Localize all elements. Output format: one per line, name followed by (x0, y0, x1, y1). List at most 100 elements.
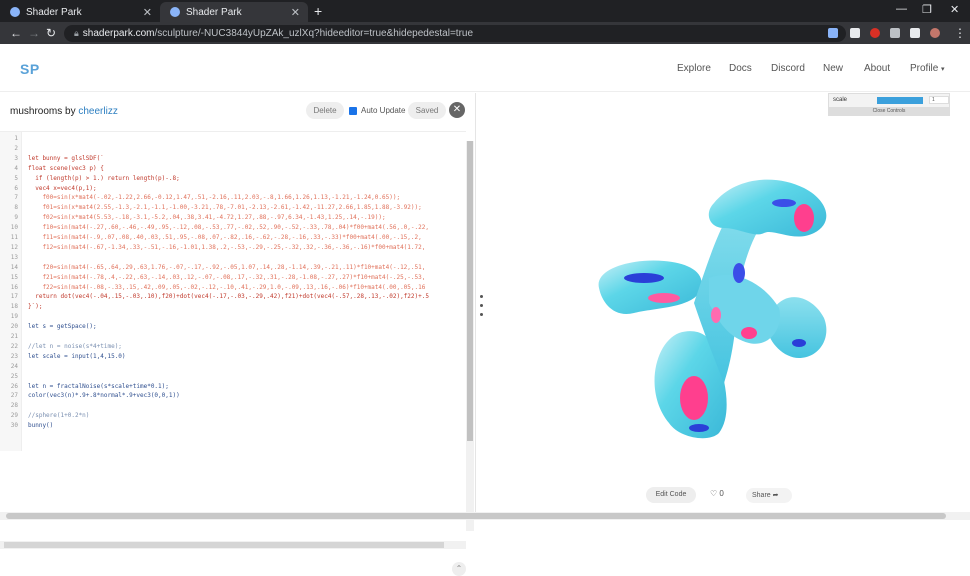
line-number: 27 (10, 392, 18, 400)
favicon-icon (10, 7, 20, 17)
chevron-down-icon[interactable]: ▾ (941, 65, 945, 73)
author-link[interactable]: cheerlizz (78, 106, 117, 117)
edit-code-button[interactable]: Edit Code (646, 487, 696, 503)
url-host: shaderpark.com (82, 28, 155, 39)
browser-tabstrip: Shader Park ✕ Shader Park ✕ + — ❐ ✕ (0, 0, 970, 22)
window-close-icon[interactable]: ✕ (950, 3, 959, 16)
avatar[interactable] (930, 28, 940, 38)
line-number: 4 (14, 164, 18, 172)
scroll-thumb[interactable] (4, 542, 444, 548)
sculpture-canvas[interactable] (484, 93, 970, 493)
scroll-thumb[interactable] (6, 513, 946, 519)
line-number: 20 (10, 323, 18, 331)
puzzle-icon[interactable] (890, 28, 900, 38)
code-line[interactable]: bunny() (28, 422, 464, 429)
line-number: 22 (10, 342, 18, 350)
line-number: 15 (10, 273, 18, 281)
reload-icon[interactable]: ↻ (46, 26, 56, 40)
code-line[interactable]: f02=sin(x*mat4(5.53,-.18,-3.1,-5.2,.04,.… (28, 214, 464, 221)
editor-horizontal-scrollbar[interactable] (0, 541, 466, 549)
blue-patch (624, 273, 664, 283)
heart-icon[interactable]: ♡ (710, 489, 717, 498)
line-number: 7 (14, 194, 18, 202)
nav-new[interactable]: New (823, 63, 843, 74)
code-line[interactable]: //let n = noise(s*4+time); (28, 343, 464, 350)
blue-patch (689, 424, 709, 432)
nav-docs[interactable]: Docs (729, 63, 752, 74)
forward-icon[interactable]: → (28, 26, 40, 40)
code-line[interactable]: }`); (28, 303, 464, 310)
minimize-icon[interactable]: — (896, 3, 907, 15)
line-number: 6 (14, 184, 18, 192)
auto-update-checkbox[interactable] (349, 106, 357, 115)
site-header: SP Explore Docs Discord New About Profil… (0, 44, 970, 92)
close-tab-icon[interactable]: ✕ (143, 6, 152, 19)
site-logo[interactable]: SP (20, 61, 40, 77)
auto-update-label: Auto Update (361, 106, 406, 115)
panel-splitter[interactable] (480, 295, 483, 322)
auto-update-toggle[interactable]: Auto Update (349, 106, 405, 115)
code-line[interactable]: let bunny = glslSDF(` (28, 155, 464, 162)
line-number: 3 (14, 154, 18, 162)
nav-explore[interactable]: Explore (677, 63, 711, 74)
sculpture-viewer[interactable]: scale 1 Close Controls (484, 93, 970, 513)
line-number: 18 (10, 303, 18, 311)
back-icon[interactable]: ← (10, 26, 22, 40)
share-icon: ➦ (772, 492, 779, 499)
code-line[interactable]: let s = getSpace(); (28, 323, 464, 330)
line-number: 19 (10, 313, 18, 321)
code-line[interactable]: f22=sin(mat4(-.08,-.33,.15,.42,.09,.05,-… (28, 284, 464, 291)
code-line[interactable]: let scale = input(1,4,15.0) (28, 353, 464, 360)
menu-icon[interactable]: ⋮ (954, 26, 966, 40)
new-tab-button[interactable]: + (314, 3, 322, 19)
sidepanel-icon[interactable] (910, 28, 920, 38)
page-horizontal-scrollbar[interactable] (0, 512, 970, 520)
code-editor[interactable]: 1 2 3 let bunny = glslSDF(` 4 float scene(vec… (0, 131, 466, 451)
code-line[interactable]: return dot(vec4(-.04,.15,-.03,.10),f20)+… (28, 293, 464, 300)
code-line[interactable]: f21=sin(mat4(-.78,.4,-.22,.63,-.14,.03,.… (28, 274, 464, 281)
extension-icon[interactable] (850, 28, 860, 38)
pink-patch (680, 376, 708, 420)
url-path: /sculpture/-NUC3844yUpZAk_uzlXq?hideedit… (154, 28, 474, 39)
code-line[interactable]: f20=sin(mat4(-.65,.64,.29,.63,1.76,-.07,… (28, 264, 464, 271)
extension-icon[interactable] (870, 28, 880, 38)
code-line[interactable]: //sphere(1+0.2*n) (28, 412, 464, 419)
code-line[interactable]: f00=sin(x*mat4(-.02,-1.22,2.66,-0.12,1.4… (28, 194, 464, 201)
code-line[interactable]: f12=sin(mat4(-.67,-1.34,.33,-.51,-.16,-1… (28, 244, 464, 251)
like-button[interactable]: ♡ 0 (710, 489, 740, 498)
line-number: 2 (14, 144, 18, 152)
editor-vertical-scrollbar[interactable] (466, 141, 474, 531)
url-field[interactable]: 🔒︎ shaderpark.com/sculpture/-NUC3844yUpZA… (64, 25, 846, 42)
share-button[interactable]: Share ➦ (746, 488, 792, 503)
tab-title: Shader Park (186, 6, 242, 18)
nav-profile[interactable]: Profile (910, 63, 938, 74)
code-line[interactable]: if (length(p) > 1.) return length(p)-.8; (28, 175, 464, 182)
code-line[interactable]: float scene(vec3 p) { (28, 165, 464, 172)
close-editor-icon[interactable]: ✕ (449, 102, 465, 118)
line-number: 13 (10, 253, 18, 261)
nav-discord[interactable]: Discord (771, 63, 805, 74)
delete-button[interactable]: Delete (306, 102, 344, 119)
blue-patch (772, 199, 796, 207)
code-line[interactable]: color(vec3(n)*.9+.8*normal*.9+vec3(0,0,1… (28, 392, 464, 399)
blue-patch (733, 263, 745, 283)
pink-patch (648, 293, 680, 303)
extension-icon[interactable] (828, 28, 838, 38)
scroll-thumb[interactable] (467, 141, 473, 441)
saved-button[interactable]: Saved (408, 102, 446, 119)
blue-patch (792, 339, 806, 347)
code-line[interactable]: f01=sin(x*mat4(2.55,-1.3,-2.1,-1.1,-1.00… (28, 204, 464, 211)
nav-about[interactable]: About (864, 63, 890, 74)
restore-icon[interactable]: ❐ (922, 3, 932, 16)
code-line[interactable]: vec4 x=vec4(p,1); (28, 185, 464, 192)
browser-tab-1[interactable]: Shader Park ✕ (0, 2, 160, 22)
browser-tab-2[interactable]: Shader Park ✕ (160, 2, 308, 22)
code-line[interactable]: f11=sin(mat4(-.9,.07,.08,.40,.03,.51,.95… (28, 234, 464, 241)
close-tab-icon[interactable]: ✕ (291, 6, 300, 19)
code-line[interactable]: let n = fractalNoise(s*scale+time*0.1); (28, 383, 464, 390)
line-number: 17 (10, 293, 18, 301)
line-number: 16 (10, 283, 18, 291)
code-line[interactable]: f10=sin(mat4(-.27,.60,-.46,-.49,.95,-.12… (28, 224, 464, 231)
line-number: 29 (10, 412, 18, 420)
collapse-icon[interactable]: ⌃ (452, 562, 466, 576)
